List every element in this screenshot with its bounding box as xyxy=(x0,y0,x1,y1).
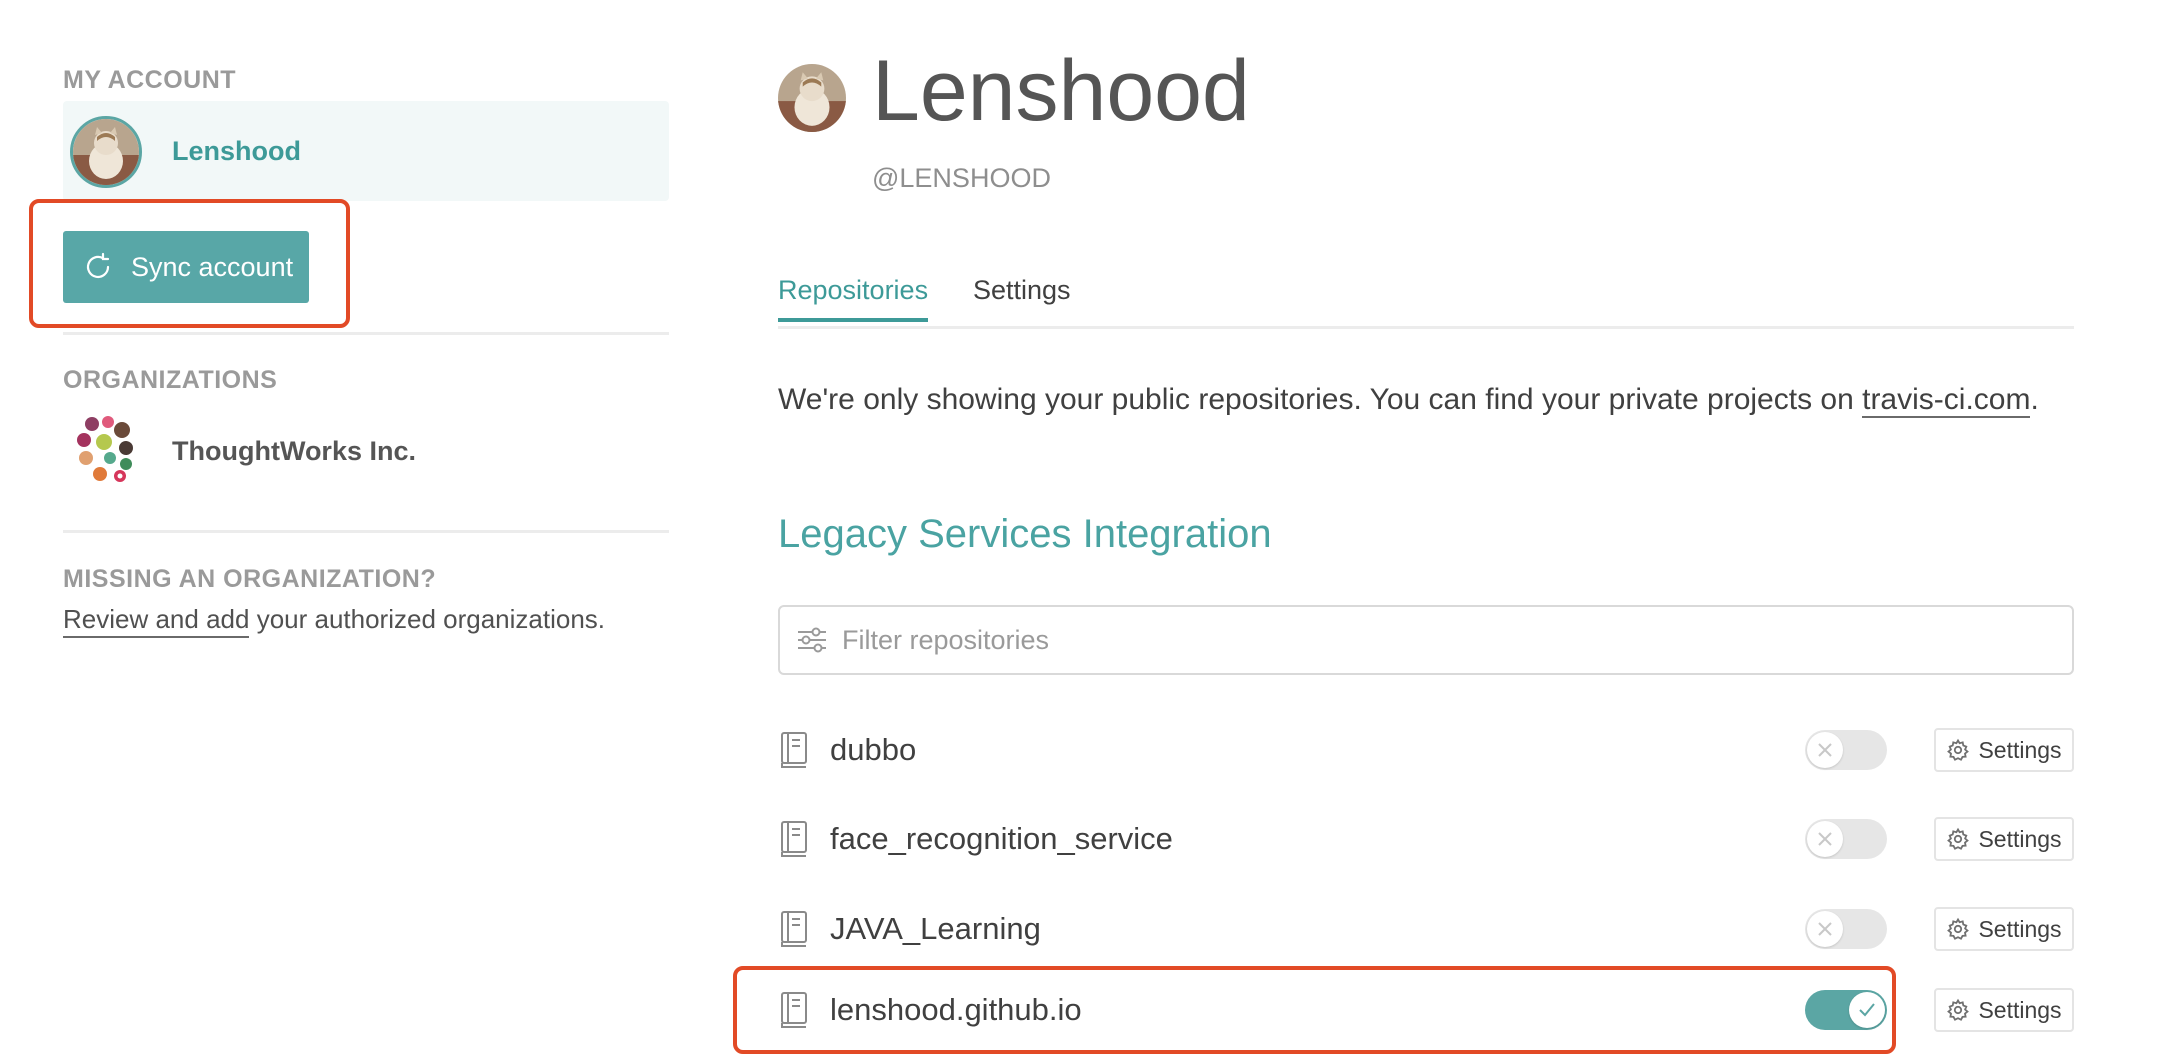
tabs-underline xyxy=(778,326,2074,329)
sidebar-divider-2 xyxy=(63,530,669,533)
settings-label: Settings xyxy=(1978,915,2062,942)
repo-settings-button[interactable]: Settings xyxy=(1934,988,2074,1032)
filter-repositories-field[interactable] xyxy=(778,605,2074,675)
repo-settings-button[interactable]: Settings xyxy=(1934,907,2074,951)
settings-label: Settings xyxy=(1978,736,2062,763)
x-icon xyxy=(1807,911,1843,947)
repo-book-icon xyxy=(778,990,814,1030)
repo-name[interactable]: dubbo xyxy=(830,732,916,768)
filter-icon xyxy=(796,624,828,656)
gear-icon xyxy=(1946,827,1970,851)
repo-book-icon xyxy=(778,730,814,770)
sync-account-button[interactable]: Sync account xyxy=(63,231,309,303)
repo-toggle[interactable] xyxy=(1805,730,1887,770)
repo-toggle[interactable] xyxy=(1805,819,1887,859)
repo-row: lenshood.github.io Settings xyxy=(778,980,2074,1040)
my-account-title: MY ACCOUNT xyxy=(63,66,237,94)
organization-name[interactable]: ThoughtWorks Inc. xyxy=(172,436,416,467)
repo-settings-button[interactable]: Settings xyxy=(1934,728,2074,772)
travis-ci-link[interactable]: travis-ci.com xyxy=(1862,383,2031,418)
settings-label: Settings xyxy=(1978,825,2062,852)
sidebar-divider xyxy=(63,332,669,335)
x-icon xyxy=(1807,821,1843,857)
check-icon xyxy=(1849,992,1885,1028)
legacy-services-title: Legacy Services Integration xyxy=(778,512,1272,556)
missing-org-text: Review and add your authorized organizat… xyxy=(63,604,606,638)
public-repos-notice: We're only showing your public repositor… xyxy=(778,383,2039,418)
filter-repositories-input[interactable] xyxy=(840,623,2044,657)
tab-settings[interactable]: Settings xyxy=(973,275,1071,306)
gear-icon xyxy=(1946,738,1970,762)
repo-book-icon xyxy=(778,819,814,859)
profile-handle: @LENSHOOD xyxy=(872,163,1051,193)
avatar xyxy=(70,116,142,188)
tab-repositories[interactable]: Repositories xyxy=(778,275,929,322)
organizations-title: ORGANIZATIONS xyxy=(63,366,278,394)
sync-account-label: Sync account xyxy=(131,251,294,282)
repo-toggle[interactable] xyxy=(1805,990,1887,1030)
profile-name: Lenshood xyxy=(872,43,1250,139)
gear-icon xyxy=(1946,917,1970,941)
missing-org-title: MISSING AN ORGANIZATION? xyxy=(63,565,437,593)
repo-row: face_recognition_service Settings xyxy=(778,809,2074,869)
repo-book-icon xyxy=(778,909,814,949)
notice-text: We're only showing your public repositor… xyxy=(778,383,1863,416)
missing-org-rest: your authorized organizations. xyxy=(249,604,606,634)
profile-avatar xyxy=(778,64,846,132)
gear-icon xyxy=(1946,998,1970,1022)
repo-toggle[interactable] xyxy=(1805,909,1887,949)
repo-row: JAVA_Learning Settings xyxy=(778,899,2074,959)
account-name[interactable]: Lenshood xyxy=(172,136,301,167)
review-and-add-link[interactable]: Review and add xyxy=(63,604,250,638)
repo-settings-button[interactable]: Settings xyxy=(1934,817,2074,861)
settings-label: Settings xyxy=(1978,996,2062,1023)
x-icon xyxy=(1807,732,1843,768)
org-avatar xyxy=(70,414,142,486)
repo-row: dubbo Settings xyxy=(778,720,2074,780)
sync-icon xyxy=(83,252,113,282)
repo-name[interactable]: face_recognition_service xyxy=(830,821,1173,857)
account-row[interactable] xyxy=(63,101,669,201)
notice-suffix: . xyxy=(2030,383,2039,416)
repo-name[interactable]: lenshood.github.io xyxy=(830,992,1082,1028)
repo-name[interactable]: JAVA_Learning xyxy=(830,911,1041,947)
